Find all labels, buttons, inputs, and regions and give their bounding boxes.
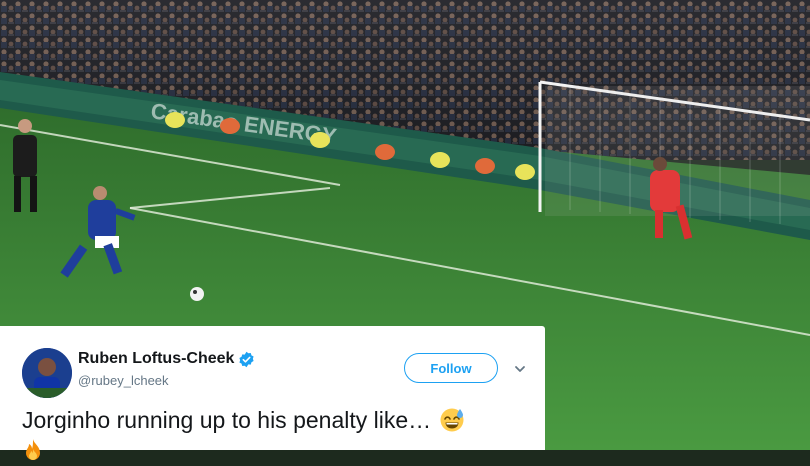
tweet-card: Ruben Loftus-Cheek @rubey_lcheek Follow … [0,326,545,460]
tweet-text-body: Jorginho running up to his penalty like… [22,407,432,433]
chevron-down-icon[interactable] [513,362,527,376]
follow-button[interactable]: Follow [404,353,498,383]
tweet-text: Jorginho running up to his penalty like… [22,404,537,441]
avatar[interactable] [22,348,72,398]
user-handle[interactable]: @rubey_lcheek [78,373,169,388]
verified-badge-icon [238,351,255,368]
fire-emoji-icon [22,439,44,466]
grinning-sweat-emoji-icon [438,405,466,441]
display-name[interactable]: Ruben Loftus-Cheek [78,350,234,368]
name-row: Ruben Loftus-Cheek [78,350,255,368]
